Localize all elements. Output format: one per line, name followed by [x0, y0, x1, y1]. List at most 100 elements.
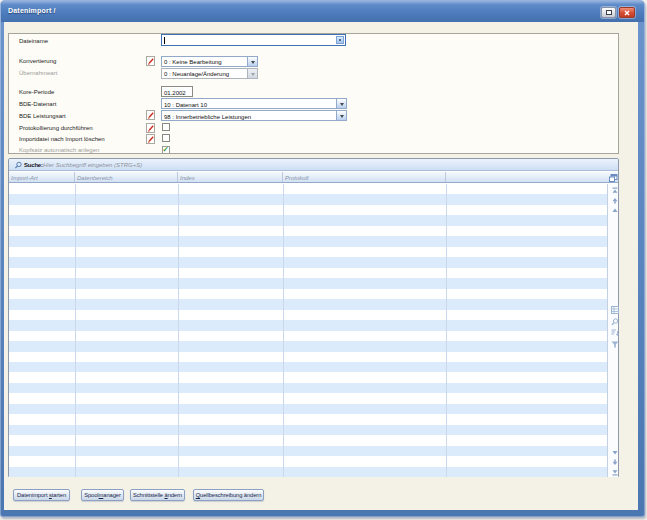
search-placeholder: Hier Suchbegriff eingeben (STRG+S)	[43, 162, 142, 168]
dateiname-input[interactable]	[161, 34, 346, 46]
kore-periode-value: 01.2002	[164, 90, 186, 96]
window-title: Datenimport /	[8, 7, 56, 14]
table-row[interactable]	[9, 425, 607, 435]
importdatei-checkbox[interactable]	[162, 134, 170, 142]
table-row[interactable]	[9, 215, 607, 225]
quellbeschreibung-aendern-button[interactable]: Quellbeschreibung ändern	[193, 489, 264, 501]
row-down-icon[interactable]	[611, 448, 619, 456]
table-row[interactable]	[9, 341, 607, 351]
table-row[interactable]	[9, 320, 607, 330]
datenimport-starten-button[interactable]: Datenimport starten	[13, 489, 70, 501]
importdatei-edit-button[interactable]	[146, 134, 155, 144]
protokollierung-label: Protokollierung durchführen	[19, 125, 93, 131]
column-header-protokoll[interactable]: Protokoll	[283, 172, 446, 182]
schnittstelle-aendern-button[interactable]: Schnittstelle ändern	[130, 489, 185, 501]
search-icon	[14, 161, 23, 170]
table-row[interactable]	[9, 404, 607, 414]
chevron-down-icon[interactable]	[247, 57, 257, 66]
restore-button[interactable]	[601, 7, 616, 18]
konvertierung-label: Konvertierung	[19, 58, 56, 64]
kore-periode-input[interactable]: 01.2002	[161, 86, 193, 97]
table-row[interactable]	[9, 331, 607, 341]
table-row[interactable]	[9, 414, 607, 424]
konvertierung-edit-button[interactable]	[146, 56, 155, 66]
table-row[interactable]	[9, 467, 607, 477]
table-row[interactable]	[9, 194, 607, 204]
close-button[interactable]	[619, 7, 635, 18]
table-row[interactable]	[9, 310, 607, 320]
table-body	[9, 184, 607, 477]
table-row[interactable]	[9, 393, 607, 403]
side-toolbar	[607, 184, 618, 477]
bde-leistungsart-select[interactable]: 98 : Innerbetriebliche Leistungen	[161, 110, 347, 121]
column-header-datenbereich[interactable]: Datenbereich	[75, 172, 178, 182]
bde-leistungsart-value: 98 : Innerbetriebliche Leistungen	[164, 114, 251, 120]
bde-leistungsart-label: BDE Leistungsart	[19, 113, 66, 119]
bde-datenart-label: BDE-Datenart	[19, 101, 56, 107]
dateiname-label: Dateiname	[19, 38, 48, 44]
table-row[interactable]	[9, 372, 607, 382]
search-rows-icon[interactable]	[611, 318, 619, 326]
importdatei-label: Importdatei nach Import löschen	[19, 136, 105, 142]
column-header-empty[interactable]	[446, 172, 607, 182]
table-row[interactable]	[9, 226, 607, 236]
form-panel: Dateiname Konvertierung 0 : Keine Bearbe…	[8, 33, 619, 154]
table-row[interactable]	[9, 236, 607, 246]
row-up-icon[interactable]	[611, 207, 619, 215]
sort-icon[interactable]	[611, 329, 619, 337]
edit-pencil-icon	[147, 57, 155, 66]
column-chooser-button[interactable]	[607, 172, 618, 183]
table-row[interactable]	[9, 362, 607, 372]
column-header-import-art[interactable]: Import-Art	[9, 172, 75, 182]
search-bar[interactable]: Suche: Hier Suchbegriff eingeben (STRG+S…	[9, 159, 618, 171]
chevron-down-icon[interactable]	[336, 99, 346, 108]
table-row[interactable]	[9, 299, 607, 309]
protokollierung-checkbox[interactable]	[162, 123, 170, 131]
uebernahmeart-value: 0 : Neuanlage/Änderung	[164, 71, 229, 77]
column-chooser-icon	[609, 174, 618, 182]
table-header: Import-Art Datenbereich Index Protokoll	[9, 172, 607, 183]
table-row[interactable]	[9, 205, 607, 215]
results-panel: Suche: Hier Suchbegriff eingeben (STRG+S…	[8, 158, 619, 477]
bde-leistungsart-edit-button[interactable]	[146, 110, 155, 120]
table-row[interactable]	[9, 446, 607, 456]
window: Datenimport / Dateiname Konvertierung 0 …	[0, 0, 645, 517]
konvertierung-select[interactable]: 0 : Keine Bearbeitung	[161, 56, 258, 67]
grid-view-icon[interactable]	[611, 306, 619, 314]
table-row[interactable]	[9, 247, 607, 257]
scroll-to-top-icon[interactable]	[611, 187, 619, 195]
kopfsatz-checkbox: ✓	[162, 146, 170, 154]
table-row[interactable]	[9, 289, 607, 299]
page-up-icon[interactable]	[611, 197, 619, 205]
table-row[interactable]	[9, 278, 607, 288]
dateiname-spinner[interactable]	[336, 36, 344, 44]
edit-pencil-icon	[147, 124, 155, 133]
uebernahmeart-select: 0 : Neuanlage/Änderung	[161, 68, 258, 79]
spoolmanager-button[interactable]: Spoolmanager	[81, 489, 124, 501]
bde-datenart-select[interactable]: 10 : Datenart 10	[161, 98, 347, 109]
kopfsatz-label: Kopfsatz automatisch anlegen	[19, 147, 99, 153]
restore-icon	[606, 10, 612, 15]
chevron-down-icon	[247, 69, 257, 78]
column-header-index[interactable]: Index	[178, 172, 283, 182]
search-label: Suche:	[24, 162, 43, 168]
konvertierung-value: 0 : Keine Bearbeitung	[164, 59, 222, 65]
page-down-icon[interactable]	[611, 458, 619, 466]
column-separator	[75, 184, 76, 477]
protokollierung-edit-button[interactable]	[146, 123, 155, 133]
table-row[interactable]	[9, 268, 607, 278]
table-row[interactable]	[9, 184, 607, 194]
column-separator	[446, 184, 447, 477]
titlebar[interactable]: Datenimport /	[1, 1, 644, 22]
scroll-to-bottom-icon[interactable]	[611, 468, 619, 476]
table-row[interactable]	[9, 383, 607, 393]
chevron-down-icon[interactable]	[336, 111, 346, 120]
edit-pencil-icon	[147, 111, 155, 120]
table-row[interactable]	[9, 456, 607, 466]
table-row[interactable]	[9, 352, 607, 362]
filter-icon[interactable]	[611, 341, 619, 349]
table-row[interactable]	[9, 435, 607, 445]
column-separator	[283, 184, 284, 477]
table-row[interactable]	[9, 257, 607, 267]
close-icon	[624, 10, 630, 16]
